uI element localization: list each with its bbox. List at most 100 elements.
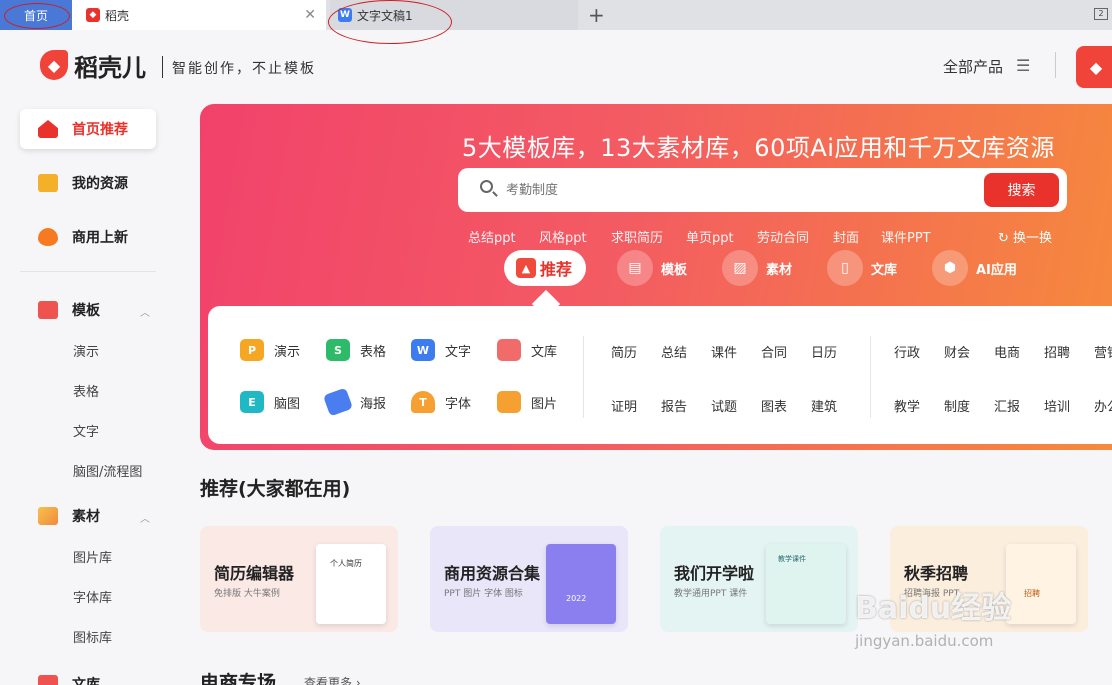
keyword-link[interactable]: 建筑 xyxy=(811,396,837,415)
keyword-link[interactable]: 汇报 xyxy=(994,396,1020,415)
category-tab-library[interactable]: ▯ 文库 xyxy=(827,250,897,286)
sidebar-subitem-image-library[interactable]: 图片库 xyxy=(73,547,112,566)
tool-document[interactable]: W 文字 xyxy=(411,339,471,361)
search-input[interactable] xyxy=(506,180,966,200)
sidebar-section-library[interactable]: 文库 xyxy=(20,664,156,685)
keyword-link[interactable]: 财会 xyxy=(944,342,970,361)
sidebar-divider xyxy=(20,271,156,272)
tool-spreadsheet[interactable]: S 表格 xyxy=(326,339,386,361)
keyword-link[interactable]: 办公 xyxy=(1094,396,1112,415)
close-icon[interactable]: ✕ xyxy=(304,7,316,23)
category-label: 文库 xyxy=(871,262,898,278)
card-art-label: 2022 xyxy=(566,594,587,603)
category-label: 推荐 xyxy=(540,260,573,279)
sidebar-section-label: 文库 xyxy=(72,677,100,685)
tool-label: 文库 xyxy=(531,344,558,360)
book-icon: ▯ xyxy=(827,250,863,286)
keyword-link[interactable]: 图表 xyxy=(761,396,787,415)
card-subtitle: 免排版 大牛案例 xyxy=(214,589,280,599)
annotation-ellipse xyxy=(4,3,70,29)
keyword-link[interactable]: 培训 xyxy=(1044,396,1070,415)
category-tab-ai[interactable]: ⬢ AI应用 xyxy=(932,250,1017,286)
view-more-link[interactable]: 查看更多 › xyxy=(304,674,361,685)
header-divider xyxy=(1055,52,1056,78)
sidebar-item-my-resources[interactable]: 我的资源 xyxy=(20,163,156,203)
sidebar-subitem-font-library[interactable]: 字体库 xyxy=(73,587,112,606)
category-panel xyxy=(208,306,1112,444)
keyword-link[interactable]: 证明 xyxy=(611,396,637,415)
keyword-link[interactable]: 日历 xyxy=(811,342,837,361)
recommend-card[interactable]: 简历编辑器 免排版 大牛案例 个人简历 xyxy=(200,526,398,632)
card-art-label: 教学课件 xyxy=(778,555,806,563)
document-icon: W xyxy=(411,339,435,361)
tool-poster[interactable]: 海报 xyxy=(322,387,387,417)
hot-word-link[interactable]: 封面 xyxy=(833,227,859,246)
refresh-button[interactable]: ↻ 换一换 xyxy=(998,227,1052,246)
image-icon: ▨ xyxy=(722,250,758,286)
sidebar-item-home-recommend[interactable]: 首页推荐 xyxy=(20,109,156,149)
sidebar-item-label: 首页推荐 xyxy=(72,122,128,138)
keyword-link[interactable]: 总结 xyxy=(661,342,687,361)
keyword-link[interactable]: 试题 xyxy=(711,396,737,415)
tool-label: 脑图 xyxy=(274,396,301,412)
keyword-link[interactable]: 教学 xyxy=(894,396,920,415)
sidebar-item-commercial-new[interactable]: 商用上新 xyxy=(20,217,156,257)
search-button[interactable]: 搜索 xyxy=(984,173,1059,207)
tool-font[interactable]: T 字体 xyxy=(411,391,471,413)
keyword-link[interactable]: 制度 xyxy=(944,396,970,415)
category-tab-template[interactable]: ▤ 模板 xyxy=(617,250,687,286)
sidebar-subitem-mindmap[interactable]: 脑图/流程图 xyxy=(73,461,142,480)
chevron-up-icon[interactable]: ︿ xyxy=(140,304,150,319)
hot-word-link[interactable]: 总结ppt xyxy=(468,227,516,246)
tab-daoke[interactable]: ◆ 稻壳 ✕ xyxy=(72,0,326,30)
hot-word-link[interactable]: 求职简历 xyxy=(611,227,663,246)
library-icon xyxy=(497,339,521,361)
tool-library[interactable]: 文库 xyxy=(497,339,557,361)
category-tab-material[interactable]: ▨ 素材 xyxy=(722,250,792,286)
logo-text[interactable]: 稻壳儿 xyxy=(74,48,146,83)
sidebar-section-template[interactable]: 模板 xyxy=(20,290,156,330)
logo-divider xyxy=(162,56,163,78)
sidebar-section-material[interactable]: 素材 xyxy=(20,496,156,536)
window-list-icon[interactable]: 2 xyxy=(1094,8,1108,20)
keyword-link[interactable]: 招聘 xyxy=(1044,342,1070,361)
tool-mindmap[interactable]: E 脑图 xyxy=(240,391,300,413)
keyword-link[interactable]: 课件 xyxy=(711,342,737,361)
recommend-card[interactable]: 商用资源合集 PPT 图片 字体 图标 2022 xyxy=(430,526,628,632)
keyword-link[interactable]: 营销 xyxy=(1094,342,1112,361)
sidebar-subitem-icon-library[interactable]: 图标库 xyxy=(73,627,112,646)
hot-word-link[interactable]: 劳动合同 xyxy=(757,227,809,246)
card-thumbnail: 个人简历 xyxy=(316,544,386,624)
sidebar-subitem-document[interactable]: 文字 xyxy=(73,421,99,440)
recommend-card[interactable]: 我们开学啦 教学通用PPT 课件 教学课件 xyxy=(660,526,858,632)
new-tab-button[interactable]: + xyxy=(588,3,605,27)
banner-title: 5大模板库，13大素材库，60项Ai应用和千万文库资源 xyxy=(462,134,1055,162)
hot-word-link[interactable]: 课件PPT xyxy=(881,227,931,246)
daoke-tab-icon: ◆ xyxy=(86,8,100,22)
keyword-link[interactable]: 电商 xyxy=(994,342,1020,361)
category-tab-recommend[interactable]: ▲ 推荐 xyxy=(504,250,586,286)
card-art-label: 个人简历 xyxy=(330,559,362,568)
all-products-link[interactable]: 全部产品 xyxy=(943,56,1003,77)
tool-label: 海报 xyxy=(360,396,387,412)
menu-icon[interactable]: ☰ xyxy=(1016,56,1030,75)
section-title-ecommerce: 电商专场 xyxy=(200,672,277,685)
spreadsheet-icon: S xyxy=(326,339,350,361)
sidebar-subitem-presentation[interactable]: 演示 xyxy=(73,341,99,360)
keyword-link[interactable]: 行政 xyxy=(894,342,920,361)
tool-image[interactable]: 图片 xyxy=(497,391,557,413)
keyword-link[interactable]: 报告 xyxy=(661,396,687,415)
hot-word-link[interactable]: 风格ppt xyxy=(539,227,587,246)
tool-presentation[interactable]: P 演示 xyxy=(240,339,300,361)
keyword-link[interactable]: 合同 xyxy=(761,342,787,361)
sidebar-subitem-spreadsheet[interactable]: 表格 xyxy=(73,381,99,400)
image-icon xyxy=(38,507,58,525)
chevron-up-icon[interactable]: ︿ xyxy=(140,510,150,525)
flame-icon[interactable]: ◆ xyxy=(1076,46,1112,88)
refresh-icon: ↻ xyxy=(998,231,1014,246)
hot-word-link[interactable]: 单页ppt xyxy=(686,227,734,246)
card-subtitle: 教学通用PPT 课件 xyxy=(674,589,748,599)
baidu-watermark-url: jingyan.baidu.com xyxy=(855,632,994,650)
daoke-logo-icon[interactable]: ◆ xyxy=(40,50,68,80)
keyword-link[interactable]: 简历 xyxy=(611,342,637,361)
